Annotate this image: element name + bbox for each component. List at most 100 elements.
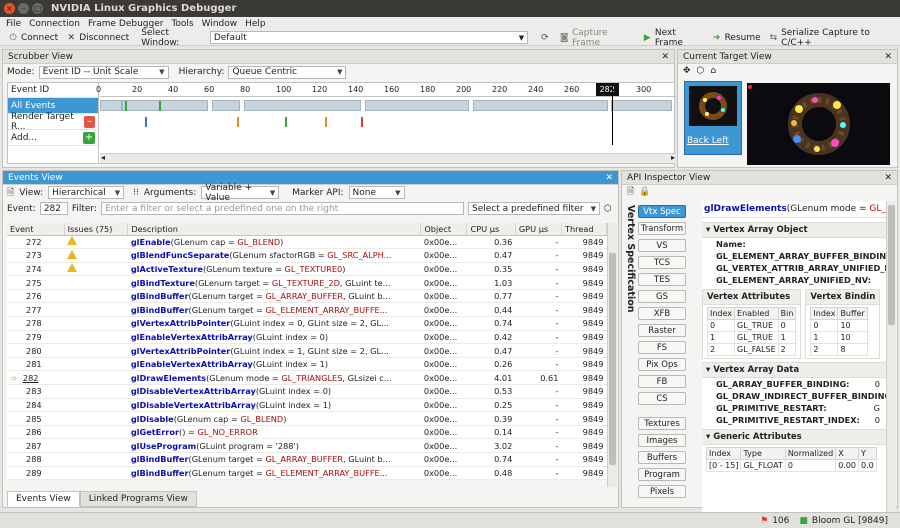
table-row[interactable]: 275 glBindTexture(GLenum target = GL_TEXT…: [7, 275, 607, 290]
event-marker[interactable]: [125, 101, 128, 111]
scroll-thumb[interactable]: [609, 253, 616, 465]
render-target-view[interactable]: [747, 83, 890, 165]
col-cpu[interactable]: CPU µs: [466, 223, 516, 236]
select-window-combo[interactable]: Default ▼: [209, 31, 529, 44]
event-range-segment[interactable]: [472, 100, 608, 111]
scroll-thumb[interactable]: [888, 205, 895, 325]
hierarchy-combo[interactable]: Queue Centric ▼: [228, 65, 347, 79]
api-vscrollbar[interactable]: [886, 201, 896, 519]
table-row[interactable]: 285 glDisable(GLenum cap = GL_BLEND) 0x00e…: [7, 411, 607, 426]
table-row[interactable]: ➩ 282 glDrawElements(GLenum mode = GL_TRIA…: [7, 370, 607, 386]
column-header[interactable]: X: [835, 447, 859, 460]
column-header[interactable]: Index: [705, 447, 742, 460]
stage-button[interactable]: VS: [638, 239, 686, 252]
render-target-track[interactable]: [100, 114, 676, 130]
close-icon[interactable]: ✕: [661, 52, 669, 62]
scrubber-grid[interactable]: Event ID All Events Render Target R... – …: [7, 82, 676, 164]
event-range-segment[interactable]: [364, 100, 469, 111]
stage-button[interactable]: GS: [638, 290, 686, 303]
back-left-link[interactable]: Back Left: [685, 136, 741, 146]
row-add[interactable]: Add... +: [8, 130, 98, 146]
event-input[interactable]: 282: [39, 202, 68, 215]
hierarchy-toggle-icon[interactable]: ⁝⁝: [133, 188, 139, 198]
event-range-segment[interactable]: [611, 100, 673, 111]
render-target-marker[interactable]: [361, 117, 363, 127]
table-row[interactable]: 284 glDisableVertexAttribArray(GLuint ind…: [7, 398, 607, 413]
menu-window[interactable]: Window: [202, 19, 238, 29]
stage-button[interactable]: FB: [638, 375, 686, 388]
scroll-left-icon[interactable]: ◂: [101, 153, 105, 162]
resource-button[interactable]: Buffers: [638, 451, 686, 464]
table-row[interactable]: 280 glVertexAttribPointer(GLuint index = …: [7, 343, 607, 358]
stage-button[interactable]: CS: [638, 392, 686, 405]
vad-section-header[interactable]: ▾ Vertex Array Data: [702, 362, 894, 378]
table-row[interactable]: 2 GL_FALSE 2: [706, 343, 797, 356]
refresh-icon[interactable]: ⟳: [540, 33, 549, 43]
stage-button[interactable]: TCS: [638, 256, 686, 269]
mode-combo[interactable]: Event ID -- Unit Scale ▼: [38, 65, 169, 79]
table-row[interactable]: 289 glBindBuffer(GLenum target = GL_ELEME…: [7, 466, 607, 481]
stage-button[interactable]: Vtx Spec: [638, 205, 686, 218]
column-header[interactable]: Type: [740, 447, 786, 460]
col-event[interactable]: Event: [7, 223, 65, 236]
table-row[interactable]: 272 glEnable(GLenum cap = GL_BLEND) 0x00e.…: [7, 235, 607, 250]
table-row[interactable]: 286 glGetError() = GL_NO_ERROR 0x00e... 0.1…: [7, 425, 607, 440]
vao-section-header[interactable]: ▾ Vertex Array Object: [702, 222, 894, 238]
arguments-combo[interactable]: Variable + Value ▼: [201, 183, 280, 203]
remove-row-button[interactable]: –: [84, 115, 95, 128]
filter-input[interactable]: Enter a filter or select a predefined on…: [101, 202, 464, 215]
stage-button[interactable]: TES: [638, 273, 686, 286]
table-row[interactable]: 288 glBindBuffer(GLenum target = GL_ARRAY…: [7, 452, 607, 467]
render-target-marker[interactable]: [325, 117, 327, 127]
resource-button[interactable]: Program: [638, 468, 686, 481]
close-window-icon[interactable]: ×: [4, 3, 15, 14]
scrubber-hscrollbar[interactable]: ◂ ▸: [100, 153, 676, 163]
col-gpu[interactable]: GPU µs: [515, 223, 562, 236]
predefined-filter-combo[interactable]: Select a predefined filter ▼: [468, 202, 600, 215]
table-row[interactable]: 0 GL_TRUE 0: [706, 319, 797, 332]
home-icon[interactable]: ⌂: [710, 66, 716, 76]
resume-button[interactable]: ➜ Resume: [708, 33, 765, 43]
table-row[interactable]: 1 10: [810, 331, 868, 344]
events-vscrollbar[interactable]: [607, 223, 617, 487]
scrubber-cursor[interactable]: [612, 83, 613, 145]
close-icon[interactable]: ✕: [884, 173, 892, 183]
table-row[interactable]: 277 glBindBuffer(GLenum target = GL_ELEME…: [7, 302, 607, 318]
tab-linked-programs[interactable]: Linked Programs View: [79, 491, 197, 507]
stage-button[interactable]: XFB: [638, 307, 686, 320]
tag-icon[interactable]: ⬡: [604, 204, 612, 214]
col-issues[interactable]: Issues (75): [64, 223, 129, 236]
resource-button[interactable]: Textures: [638, 417, 686, 430]
maximize-window-icon[interactable]: □: [32, 3, 43, 14]
move-icon[interactable]: ✥: [683, 66, 691, 76]
event-range-segment[interactable]: [244, 100, 361, 111]
column-header[interactable]: Buffer: [837, 307, 868, 320]
close-icon[interactable]: ✕: [605, 173, 613, 183]
serialize-capture-button[interactable]: ⇆ Serialize Capture to C/C++: [765, 28, 900, 48]
lock-icon[interactable]: 🔒: [639, 187, 650, 197]
capture-frame-button[interactable]: ◙ Capture Frame: [556, 28, 639, 48]
event-range-segment[interactable]: [211, 100, 241, 111]
event-range-segment[interactable]: [100, 100, 122, 111]
view-combo[interactable]: Hierarchical ▼: [48, 186, 125, 199]
save-icon[interactable]: 🗎: [7, 185, 14, 201]
save-icon[interactable]: 🗎: [627, 184, 634, 200]
marker-api-combo[interactable]: None ▼: [348, 186, 405, 199]
cube-icon[interactable]: ⬡: [697, 66, 705, 76]
event-marker[interactable]: [159, 101, 162, 111]
close-icon[interactable]: ✕: [884, 52, 892, 62]
col-thread[interactable]: Thread: [561, 223, 608, 236]
table-row[interactable]: 276 glBindBuffer(GLenum target = GL_ARRAY…: [7, 289, 607, 304]
scroll-right-icon[interactable]: ▸: [671, 153, 675, 162]
table-row[interactable]: 273 glBlendFuncSeparate(GLenum sfactorRGB…: [7, 248, 607, 263]
menu-help[interactable]: Help: [245, 19, 266, 29]
render-target-marker[interactable]: [145, 117, 147, 127]
column-header[interactable]: Bin: [777, 307, 797, 320]
column-header[interactable]: Normalized: [784, 447, 837, 460]
add-row-button[interactable]: +: [83, 131, 95, 144]
col-description[interactable]: Description: [127, 223, 422, 236]
table-row[interactable]: 279 glEnableVertexAttribArray(GLuint inde…: [7, 330, 607, 345]
event-range-segment[interactable]: [121, 100, 208, 111]
connect-button[interactable]: ⏻ Connect: [4, 33, 62, 43]
resource-button[interactable]: Pixels: [638, 485, 686, 498]
